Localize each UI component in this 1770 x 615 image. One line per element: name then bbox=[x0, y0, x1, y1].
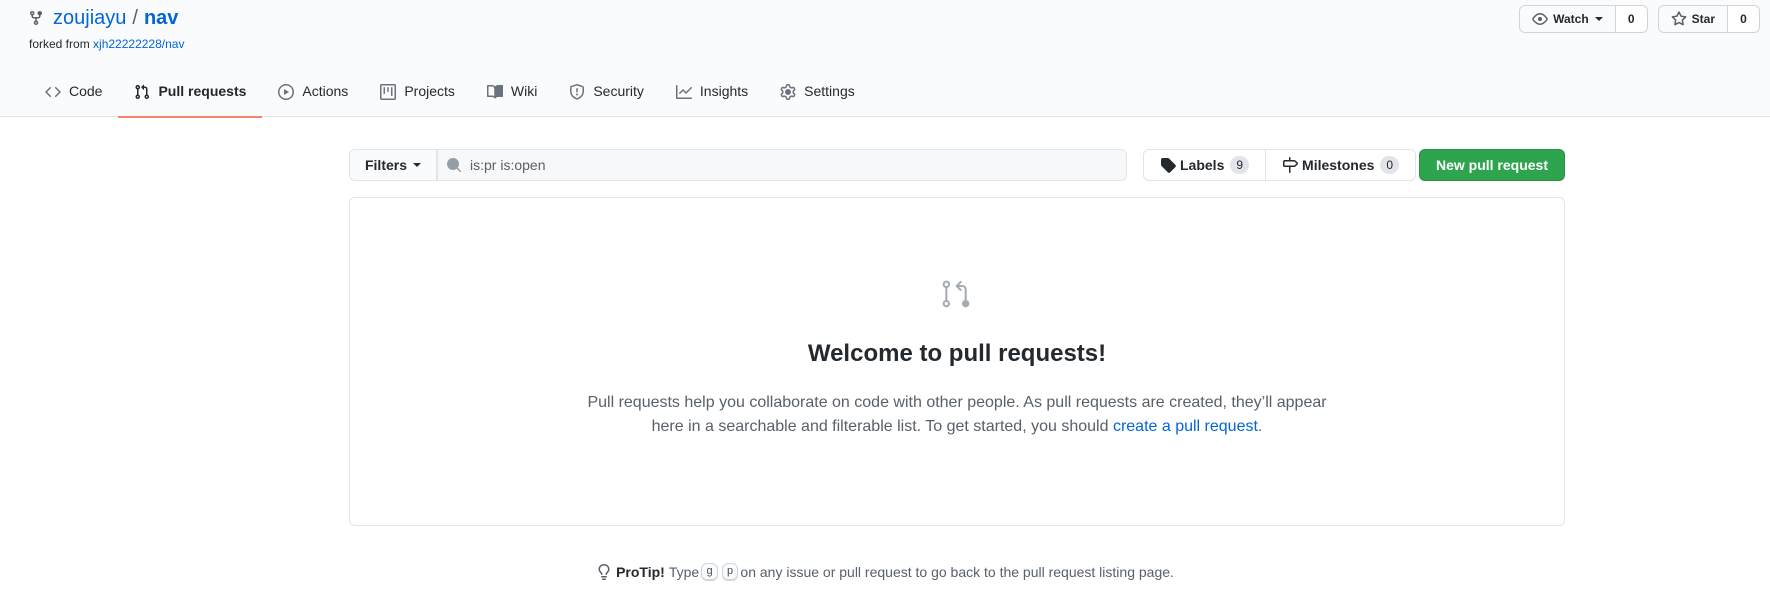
light-bulb-icon bbox=[598, 564, 610, 580]
shortcut-key-g: g bbox=[701, 563, 718, 581]
repo-header: zoujiayu / nav forked from xjh22222228/n… bbox=[0, 0, 1770, 118]
star-group: Star 0 bbox=[1657, 5, 1760, 33]
milestones-count: 0 bbox=[1380, 156, 1400, 174]
tab-projects[interactable]: Projects bbox=[364, 72, 471, 117]
gear-icon bbox=[780, 84, 796, 100]
tab-wiki[interactable]: Wiki bbox=[471, 72, 553, 117]
star-icon bbox=[1671, 11, 1687, 26]
tab-label: Code bbox=[69, 83, 103, 99]
eye-icon bbox=[1532, 13, 1548, 25]
protip: ProTip! Type gp on any issue or pull req… bbox=[0, 563, 1770, 581]
labels-milestones-group: Labels 9 Milestones 0 bbox=[1143, 149, 1417, 181]
watch-count[interactable]: 0 bbox=[1615, 5, 1648, 33]
repo-nav: Code Pull requests Actions Projects Wiki… bbox=[29, 72, 871, 118]
repo-name-link[interactable]: nav bbox=[144, 6, 178, 30]
protip-label: ProTip! bbox=[616, 564, 665, 580]
caret-down-icon bbox=[413, 163, 421, 167]
protip-text-end: on any issue or pull request to go back … bbox=[740, 564, 1174, 580]
tab-label: Settings bbox=[804, 83, 855, 99]
milestones-label: Milestones bbox=[1302, 157, 1375, 173]
tab-label: Actions bbox=[302, 83, 349, 99]
tab-label: Pull requests bbox=[158, 83, 247, 99]
filters-search-group: Filters bbox=[349, 149, 1127, 181]
forked-from: forked from xjh22222228/nav bbox=[29, 37, 184, 51]
tab-security[interactable]: Security bbox=[553, 72, 660, 117]
repo-owner-link[interactable]: zoujiayu bbox=[53, 6, 126, 30]
forked-from-label: forked from bbox=[29, 37, 90, 51]
labels-label: Labels bbox=[1180, 157, 1225, 173]
tab-label: Security bbox=[593, 83, 644, 99]
code-icon bbox=[45, 86, 61, 98]
search-icon bbox=[447, 158, 462, 173]
search-box bbox=[437, 149, 1127, 181]
graph-icon bbox=[675, 85, 692, 99]
issues-subnav: Filters Labels 9 Milestones 0 New pull r… bbox=[349, 149, 1565, 181]
star-count[interactable]: 0 bbox=[1728, 5, 1760, 33]
tab-label: Projects bbox=[404, 83, 455, 99]
pagehead-actions: Watch 0 Star 0 bbox=[1519, 5, 1770, 33]
labels-count: 9 bbox=[1230, 156, 1250, 174]
tab-code[interactable]: Code bbox=[29, 72, 118, 117]
new-pull-request-button[interactable]: New pull request bbox=[1418, 149, 1565, 181]
blankslate: Welcome to pull requests! Pull requests … bbox=[349, 197, 1565, 526]
labels-link[interactable]: Labels 9 bbox=[1143, 149, 1267, 181]
watch-label: Watch bbox=[1553, 12, 1589, 26]
repo-path-separator: / bbox=[132, 7, 138, 29]
create-pull-request-link[interactable]: create a pull request bbox=[1113, 418, 1258, 435]
protip-text: Type bbox=[668, 564, 700, 580]
play-icon bbox=[278, 84, 295, 100]
blankslate-title: Welcome to pull requests! bbox=[807, 340, 1107, 367]
tab-label: Wiki bbox=[510, 83, 538, 99]
repo-forked-icon bbox=[30, 11, 42, 26]
milestone-icon bbox=[1283, 157, 1299, 173]
star-label: Star bbox=[1691, 12, 1715, 26]
repo-title: zoujiayu / nav bbox=[28, 6, 178, 30]
tag-icon bbox=[1161, 158, 1176, 173]
tab-label: Insights bbox=[699, 83, 749, 99]
filters-label: Filters bbox=[364, 157, 407, 173]
watch-button[interactable]: Watch bbox=[1519, 5, 1616, 33]
milestones-link[interactable]: Milestones 0 bbox=[1266, 149, 1417, 181]
tab-pull-requests[interactable]: Pull requests bbox=[118, 72, 263, 118]
shortcut-key-p: p bbox=[721, 563, 739, 581]
project-icon bbox=[380, 84, 397, 100]
forked-source-link[interactable]: xjh22222228/nav bbox=[93, 37, 184, 51]
git-pull-request-icon bbox=[942, 280, 970, 308]
book-icon bbox=[486, 84, 503, 99]
tab-insights[interactable]: Insights bbox=[660, 72, 764, 117]
caret-down-icon bbox=[1594, 17, 1603, 21]
tab-settings[interactable]: Settings bbox=[764, 72, 871, 117]
blankslate-description: Pull requests help you collaborate on co… bbox=[580, 391, 1334, 439]
tab-actions[interactable]: Actions bbox=[262, 72, 364, 117]
blankslate-text-end: . bbox=[1257, 418, 1263, 435]
search-input[interactable] bbox=[470, 157, 1110, 173]
filters-button[interactable]: Filters bbox=[349, 149, 437, 181]
watch-group: Watch 0 bbox=[1519, 5, 1648, 33]
git-pull-request-icon bbox=[135, 84, 150, 100]
star-button[interactable]: Star bbox=[1657, 5, 1728, 33]
shield-icon bbox=[570, 84, 585, 100]
